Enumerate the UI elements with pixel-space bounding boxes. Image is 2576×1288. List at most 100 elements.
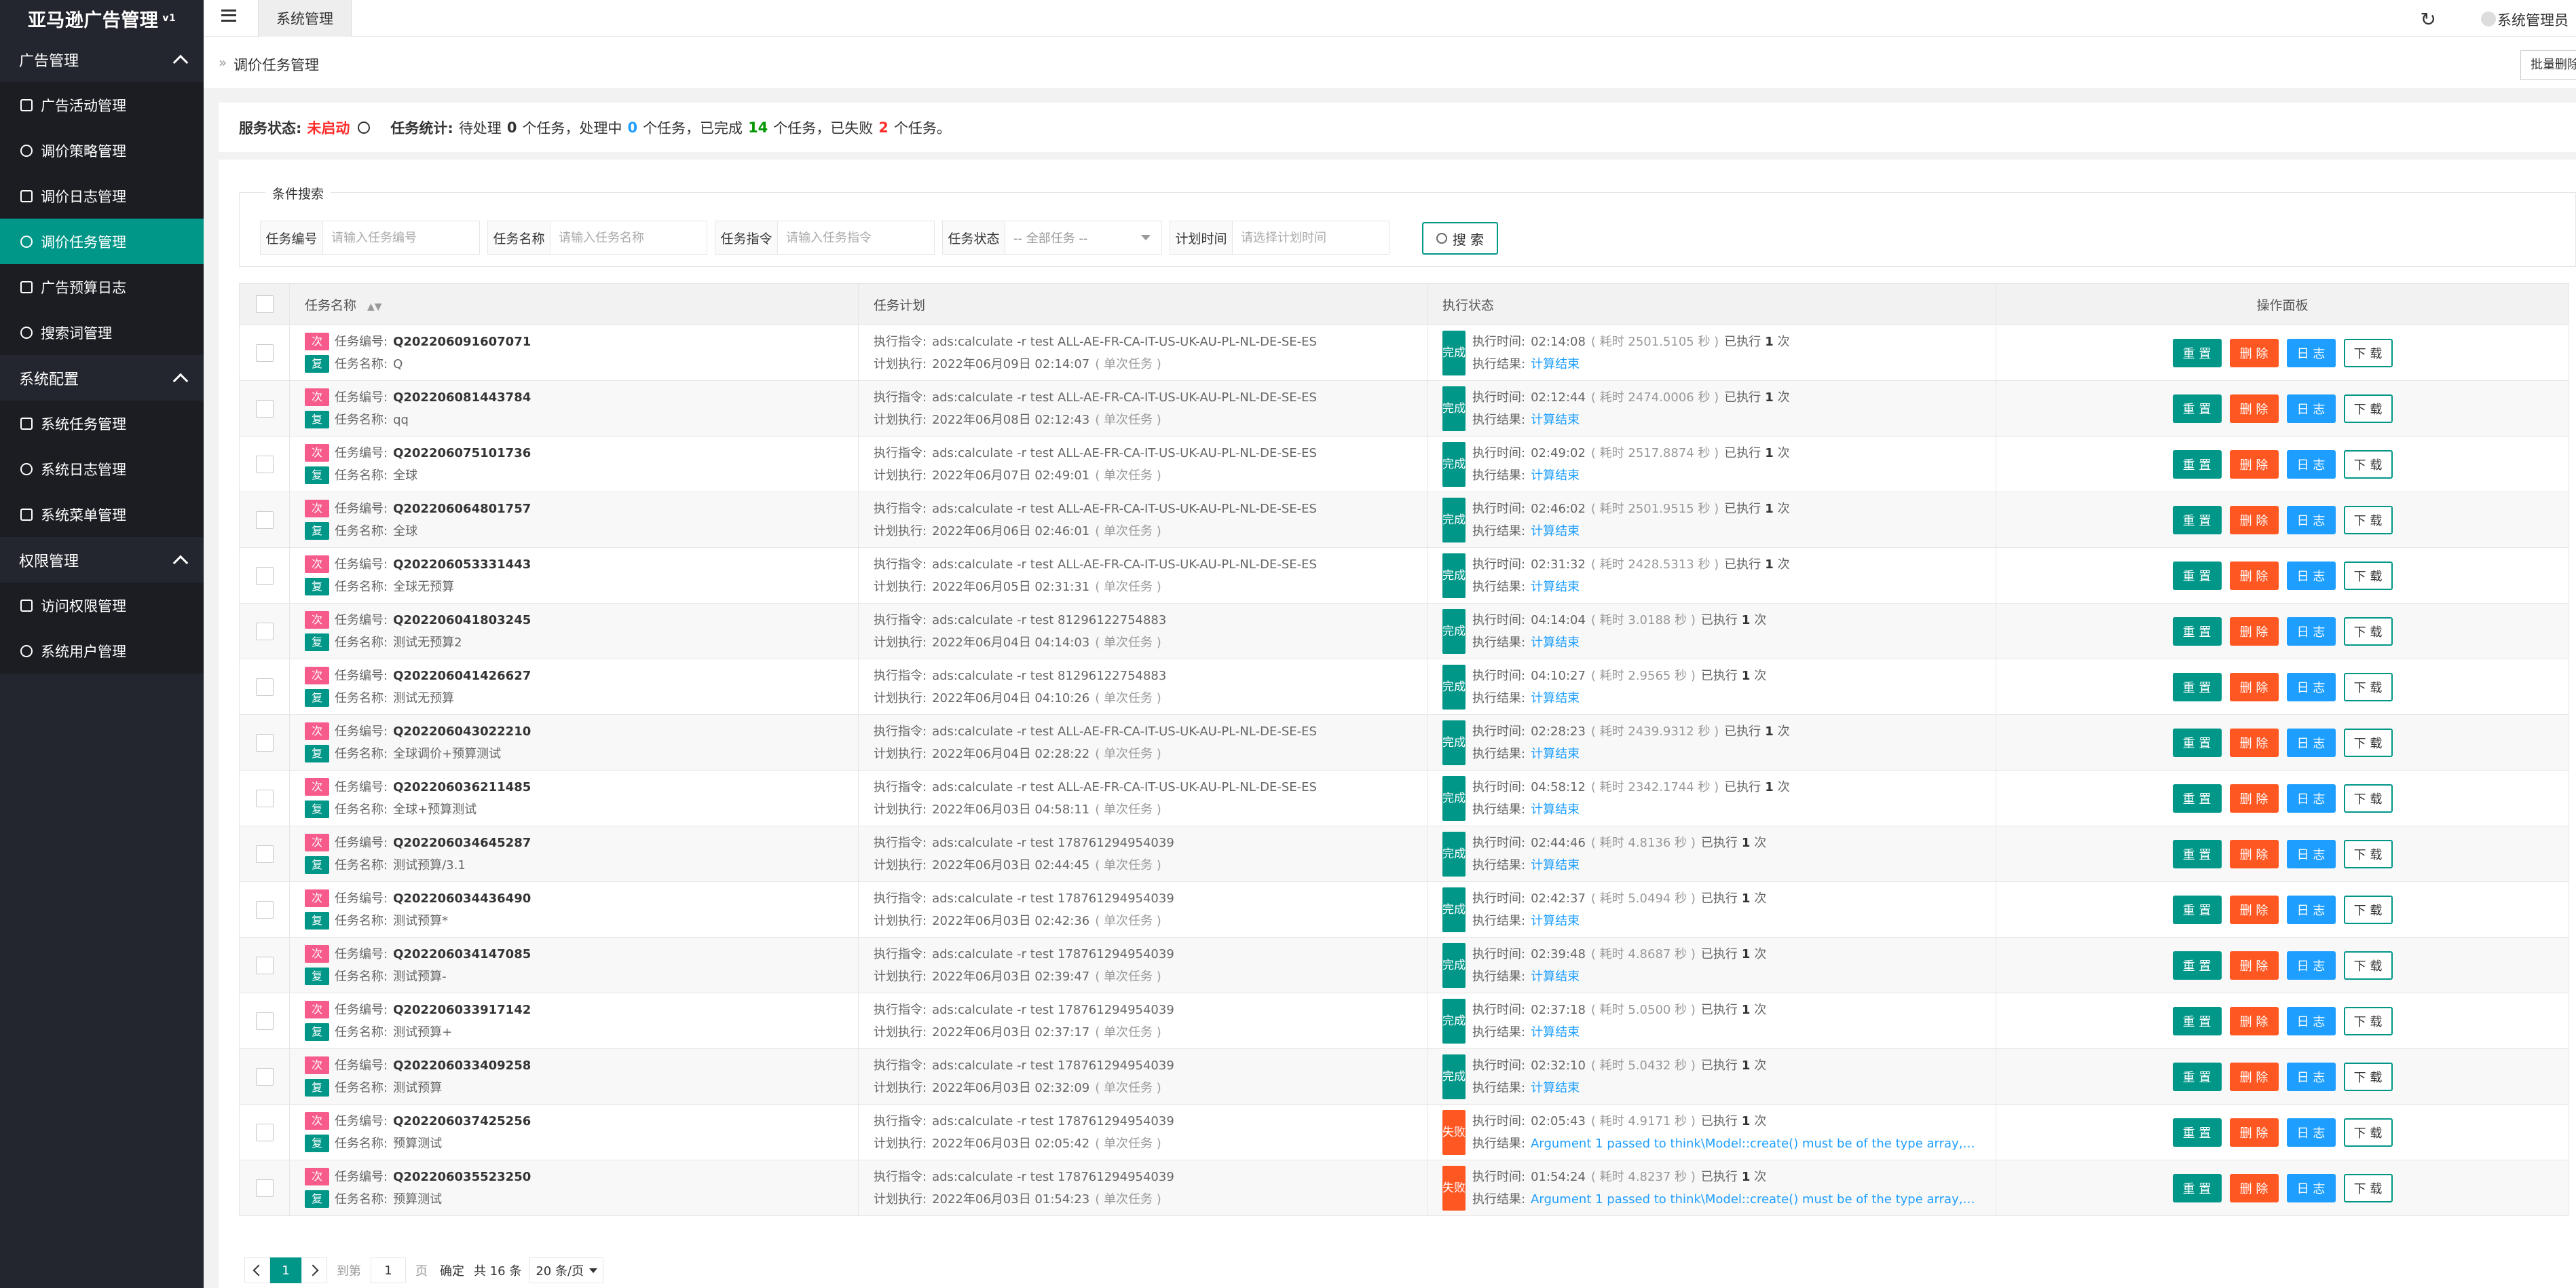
reset-button[interactable]: 重 置: [2172, 1062, 2222, 1091]
sidebar-item-1-0[interactable]: 系统任务管理: [0, 401, 204, 446]
delete-button[interactable]: 删 除: [2229, 839, 2279, 868]
reset-button[interactable]: 重 置: [2172, 394, 2222, 423]
page-1-button[interactable]: 1: [270, 1257, 301, 1283]
menu-toggle-icon[interactable]: [221, 10, 236, 22]
delete-button[interactable]: 删 除: [2229, 561, 2279, 590]
row-checkbox[interactable]: [255, 622, 274, 640]
reset-button[interactable]: 重 置: [2172, 561, 2222, 590]
task-id-input[interactable]: [323, 221, 479, 254]
download-button[interactable]: 下 载: [2343, 895, 2393, 924]
download-button[interactable]: 下 载: [2343, 338, 2393, 367]
exec-result-link[interactable]: 计算结束: [1531, 353, 1580, 375]
row-checkbox[interactable]: [255, 789, 274, 807]
reset-button[interactable]: 重 置: [2172, 1173, 2222, 1202]
reset-button[interactable]: 重 置: [2172, 617, 2222, 646]
exec-result-link[interactable]: 计算结束: [1531, 520, 1580, 542]
next-page-button[interactable]: [301, 1257, 327, 1283]
reset-button[interactable]: 重 置: [2172, 839, 2222, 868]
delete-button[interactable]: 删 除: [2229, 1062, 2279, 1091]
download-button[interactable]: 下 载: [2343, 1006, 2393, 1035]
download-button[interactable]: 下 载: [2343, 394, 2393, 423]
sidebar-item-0-1[interactable]: 调价策略管理: [0, 128, 204, 173]
delete-button[interactable]: 删 除: [2229, 449, 2279, 479]
sort-icon[interactable]: ▲▼: [367, 301, 382, 312]
delete-button[interactable]: 删 除: [2229, 338, 2279, 367]
delete-button[interactable]: 删 除: [2229, 672, 2279, 701]
reset-button[interactable]: 重 置: [2172, 449, 2222, 479]
sidebar-item-2-1[interactable]: 系统用户管理: [0, 628, 204, 674]
select-all-checkbox[interactable]: [255, 295, 274, 313]
exec-result-link[interactable]: 计算结束: [1531, 1021, 1580, 1044]
exec-result-link[interactable]: 计算结束: [1531, 798, 1580, 821]
task-name-input[interactable]: [550, 221, 707, 254]
download-button[interactable]: 下 载: [2343, 728, 2393, 757]
row-checkbox[interactable]: [255, 956, 274, 974]
delete-button[interactable]: 删 除: [2229, 617, 2279, 646]
sidebar-group-2[interactable]: 权限管理: [0, 537, 204, 583]
delete-button[interactable]: 删 除: [2229, 784, 2279, 813]
reset-button[interactable]: 重 置: [2172, 728, 2222, 757]
row-checkbox[interactable]: [255, 1123, 274, 1141]
exec-result-link[interactable]: 计算结束: [1531, 910, 1580, 932]
download-button[interactable]: 下 载: [2343, 505, 2393, 534]
delete-button[interactable]: 删 除: [2229, 728, 2279, 757]
reset-button[interactable]: 重 置: [2172, 1006, 2222, 1035]
exec-result-link[interactable]: 计算结束: [1531, 631, 1580, 654]
reset-button[interactable]: 重 置: [2172, 784, 2222, 813]
reset-button[interactable]: 重 置: [2172, 505, 2222, 534]
plan-time-input[interactable]: [1233, 221, 1389, 254]
download-button[interactable]: 下 载: [2343, 672, 2393, 701]
sidebar-group-0[interactable]: 广告管理: [0, 37, 204, 82]
row-checkbox[interactable]: [255, 733, 274, 752]
row-checkbox[interactable]: [255, 845, 274, 863]
log-button[interactable]: 日 志: [2286, 839, 2336, 868]
sidebar-item-0-5[interactable]: 搜索词管理: [0, 310, 204, 355]
log-button[interactable]: 日 志: [2286, 449, 2336, 479]
log-button[interactable]: 日 志: [2286, 617, 2336, 646]
log-button[interactable]: 日 志: [2286, 1118, 2336, 1147]
delete-button[interactable]: 删 除: [2229, 1006, 2279, 1035]
download-button[interactable]: 下 载: [2343, 561, 2393, 590]
download-button[interactable]: 下 载: [2343, 1173, 2393, 1202]
exec-result-link[interactable]: Argument 1 passed to think\Model::create…: [1531, 1188, 1979, 1211]
download-button[interactable]: 下 载: [2343, 1118, 2393, 1147]
download-button[interactable]: 下 载: [2343, 1062, 2393, 1091]
avatar[interactable]: [2481, 12, 2496, 26]
sidebar-item-0-4[interactable]: 广告预算日志: [0, 264, 204, 310]
row-checkbox[interactable]: [255, 399, 274, 418]
exec-result-link[interactable]: Argument 1 passed to think\Model::create…: [1531, 1133, 1979, 1155]
page-size-select[interactable]: 20 条/页: [529, 1257, 604, 1283]
delete-button[interactable]: 删 除: [2229, 1173, 2279, 1202]
exec-result-link[interactable]: 计算结束: [1531, 409, 1580, 431]
row-checkbox[interactable]: [255, 1179, 274, 1197]
download-button[interactable]: 下 载: [2343, 784, 2393, 813]
log-button[interactable]: 日 志: [2286, 394, 2336, 423]
exec-result-link[interactable]: 计算结束: [1531, 854, 1580, 877]
batch-delete-button[interactable]: 批量删除: [2520, 50, 2576, 80]
search-button[interactable]: 搜 索: [1422, 222, 1498, 255]
exec-result-link[interactable]: 计算结束: [1531, 464, 1580, 487]
log-button[interactable]: 日 志: [2286, 1062, 2336, 1091]
reset-button[interactable]: 重 置: [2172, 951, 2222, 980]
sidebar-item-0-3[interactable]: 调价任务管理: [0, 219, 204, 264]
exec-result-link[interactable]: 计算结束: [1531, 687, 1580, 710]
delete-button[interactable]: 删 除: [2229, 1118, 2279, 1147]
task-command-input[interactable]: [778, 221, 934, 254]
delete-button[interactable]: 删 除: [2229, 895, 2279, 924]
row-checkbox[interactable]: [255, 511, 274, 529]
reset-button[interactable]: 重 置: [2172, 895, 2222, 924]
delete-button[interactable]: 删 除: [2229, 394, 2279, 423]
exec-result-link[interactable]: 计算结束: [1531, 965, 1580, 988]
row-checkbox[interactable]: [255, 1067, 274, 1086]
download-button[interactable]: 下 载: [2343, 449, 2393, 479]
exec-result-link[interactable]: 计算结束: [1531, 1077, 1580, 1099]
exec-result-link[interactable]: 计算结束: [1531, 743, 1580, 765]
log-button[interactable]: 日 志: [2286, 505, 2336, 534]
goto-confirm-button[interactable]: 确定: [440, 1262, 464, 1279]
delete-button[interactable]: 删 除: [2229, 505, 2279, 534]
task-status-select[interactable]: -- 全部任务 --: [1005, 221, 1161, 254]
log-button[interactable]: 日 志: [2286, 672, 2336, 701]
row-checkbox[interactable]: [255, 678, 274, 696]
row-checkbox[interactable]: [255, 900, 274, 919]
download-button[interactable]: 下 载: [2343, 617, 2393, 646]
